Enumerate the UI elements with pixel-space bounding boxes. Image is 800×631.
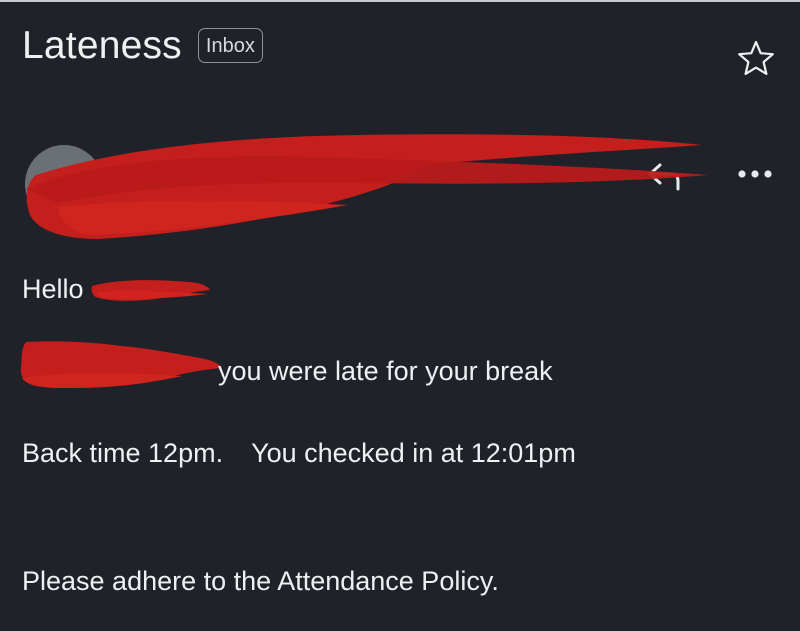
inbox-label[interactable]: Inbox	[197, 28, 263, 63]
greeting-text: Hello	[22, 274, 84, 304]
late-break-line: you were late for your break	[218, 356, 553, 386]
sender-row	[0, 127, 800, 247]
name-redaction	[91, 280, 210, 301]
star-icon[interactable]	[736, 39, 776, 79]
sender-redaction	[26, 134, 708, 239]
line-start-redaction	[20, 341, 222, 388]
policy-line: Please adhere to the Attendance Policy.	[22, 566, 499, 596]
checked-in-text: You checked in at 12:01pm	[251, 438, 576, 468]
subject-row: Lateness Inbox	[22, 26, 263, 65]
more-icon[interactable]	[736, 169, 780, 179]
back-time-text: Back time 12pm.	[22, 438, 224, 468]
greeting-line: Hello	[22, 274, 84, 305]
email-view: Lateness Inbox Hello you were late for y…	[0, 0, 800, 631]
email-subject: Lateness	[22, 24, 182, 67]
time-line: Back time 12pm. You checked in at 12:01pm	[22, 438, 576, 469]
